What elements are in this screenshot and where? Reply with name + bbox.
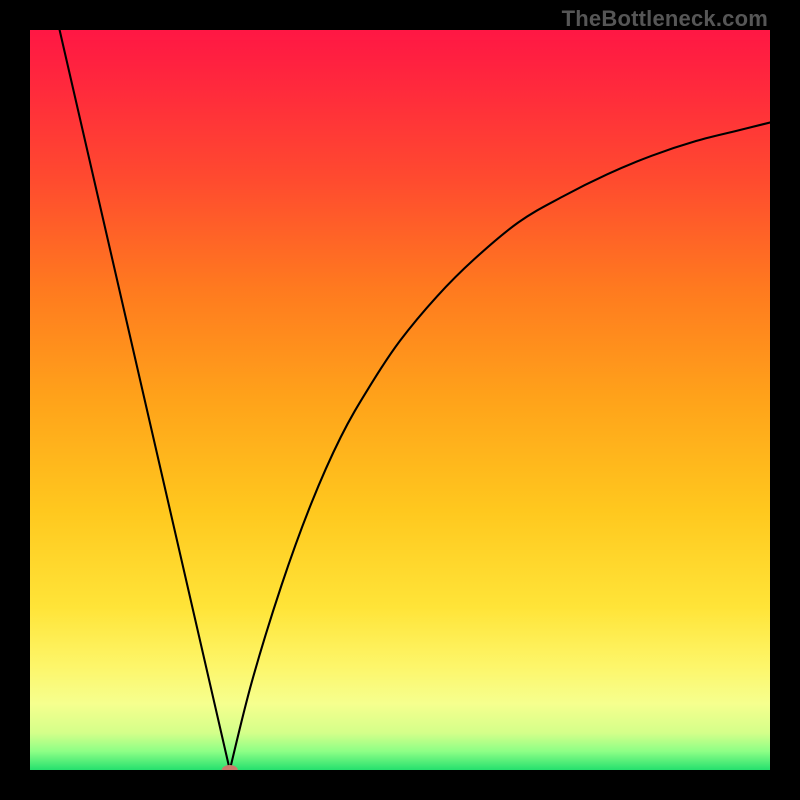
curve-layer	[30, 30, 770, 770]
watermark-text: TheBottleneck.com	[562, 6, 768, 32]
plot-area	[30, 30, 770, 770]
curve-right-branch	[230, 123, 770, 771]
chart-frame: TheBottleneck.com	[0, 0, 800, 800]
minimum-marker-dot	[222, 765, 238, 770]
curve-left-branch	[60, 30, 230, 770]
